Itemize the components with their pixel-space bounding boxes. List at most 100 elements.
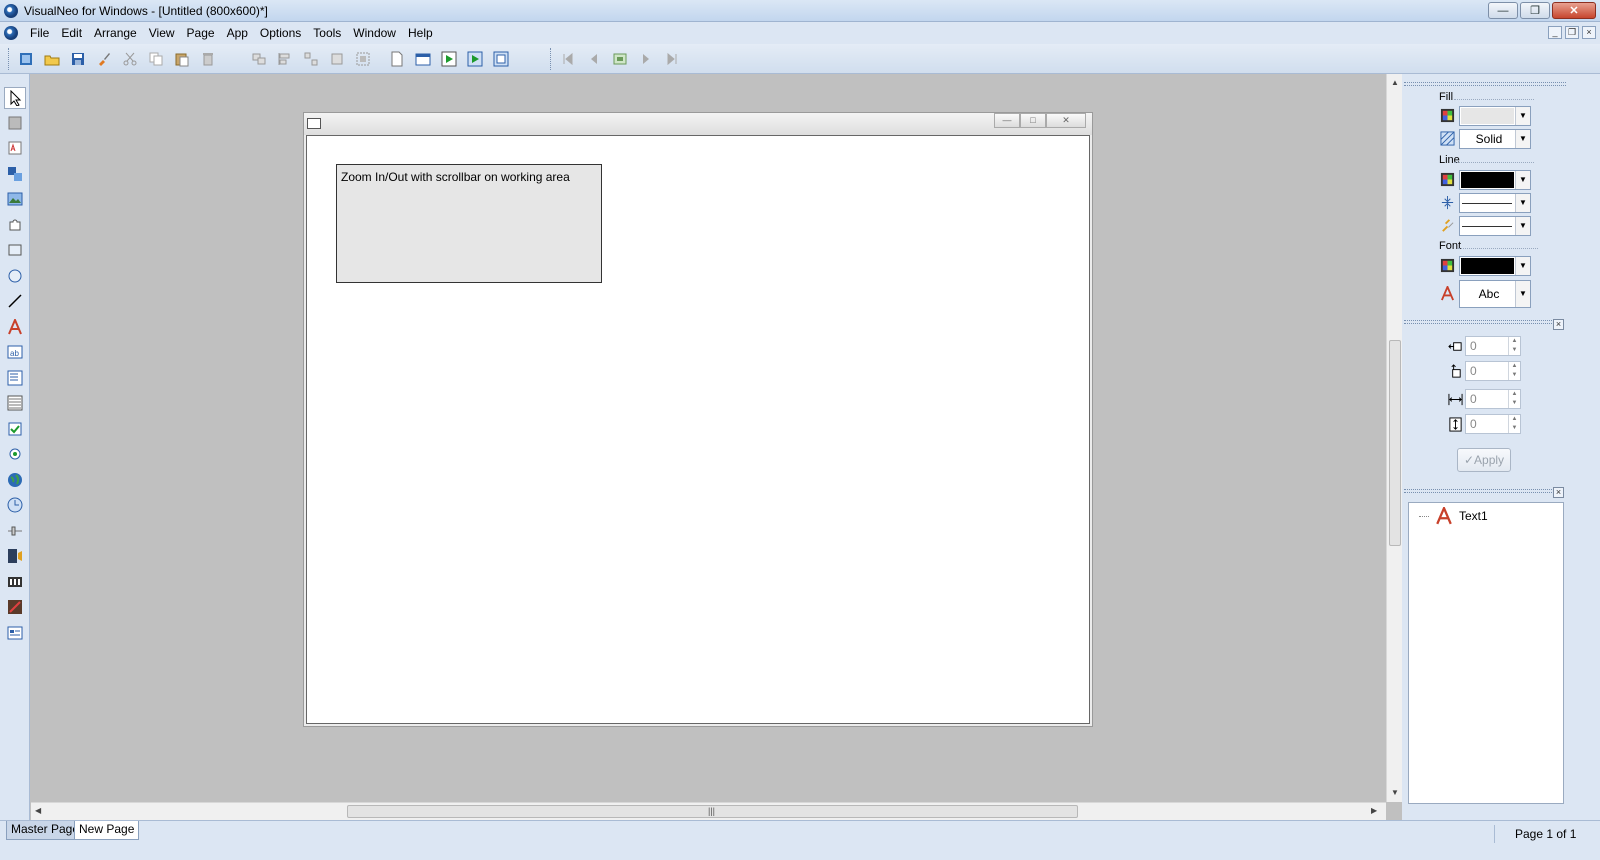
apply-button[interactable]: ✓Apply [1457, 448, 1511, 472]
menu-app[interactable]: App [221, 22, 254, 44]
horizontal-scrollbar[interactable]: ◀ ||| ▶ [31, 802, 1386, 820]
chevron-down-icon[interactable]: ▼ [1515, 130, 1530, 148]
close-button[interactable]: ✕ [1552, 2, 1596, 19]
first-page-icon[interactable] [557, 48, 579, 70]
menu-edit[interactable]: Edit [55, 22, 88, 44]
page-properties-icon[interactable] [412, 48, 434, 70]
copy-icon[interactable] [145, 48, 167, 70]
line-width-combo[interactable]: ▼ [1459, 193, 1531, 213]
list-box-icon[interactable] [4, 392, 26, 414]
new-page-icon[interactable] [386, 48, 408, 70]
cut-icon[interactable] [119, 48, 141, 70]
spin-down-icon[interactable]: ▼ [1508, 346, 1520, 355]
page-maximize-button[interactable]: □ [1020, 113, 1046, 128]
page-window-titlebar[interactable]: — □ ✕ [304, 113, 1092, 135]
edit-box-icon[interactable]: ab [4, 341, 26, 363]
film-icon[interactable] [4, 571, 26, 593]
close-icon[interactable]: × [1553, 319, 1564, 330]
new-project-icon[interactable] [15, 48, 37, 70]
text-icon[interactable] [4, 316, 26, 338]
panel-grip[interactable] [1404, 489, 1554, 493]
document-minimize-button[interactable]: _ [1548, 26, 1562, 39]
image-icon[interactable] [4, 188, 26, 210]
tab-master-page[interactable]: Master Page [6, 821, 85, 840]
vertical-scroll-thumb[interactable] [1389, 340, 1401, 546]
size-icon[interactable] [326, 48, 348, 70]
scroll-right-icon[interactable]: ▶ [1371, 806, 1377, 815]
spin-up-icon[interactable]: ▲ [1508, 415, 1520, 424]
left-spinner[interactable]: 0 ▲ ▼ [1465, 336, 1521, 356]
page-canvas[interactable]: Zoom In/Out with scrollbar on working ar… [306, 135, 1090, 724]
scroll-left-icon[interactable]: ◀ [35, 806, 41, 815]
checkbox-icon[interactable] [4, 418, 26, 440]
menu-view[interactable]: View [143, 22, 181, 44]
brush-icon[interactable] [93, 48, 115, 70]
spin-up-icon[interactable]: ▲ [1508, 362, 1520, 371]
toolbar-grip[interactable] [550, 48, 553, 70]
timer-icon[interactable] [4, 494, 26, 516]
vertical-scrollbar[interactable]: ▲ ▼ [1386, 74, 1402, 802]
save-icon[interactable] [67, 48, 89, 70]
spin-up-icon[interactable]: ▲ [1508, 337, 1520, 346]
restore-button[interactable]: ❐ [1520, 2, 1550, 19]
height-spinner[interactable]: 0 ▲ ▼ [1465, 414, 1521, 434]
radio-button-icon[interactable] [4, 443, 26, 465]
chevron-down-icon[interactable]: ▼ [1515, 217, 1530, 235]
toolbar-grip[interactable] [8, 48, 11, 70]
horizontal-scroll-thumb[interactable]: ||| [347, 805, 1078, 818]
spin-down-icon[interactable]: ▼ [1508, 399, 1520, 408]
scroll-down-icon[interactable]: ▼ [1391, 788, 1399, 797]
prev-page-icon[interactable] [583, 48, 605, 70]
text-object-text1[interactable]: Zoom In/Out with scrollbar on working ar… [336, 164, 602, 283]
compile-icon[interactable] [490, 48, 512, 70]
font-color-combo[interactable]: ▼ [1459, 256, 1531, 276]
chevron-down-icon[interactable]: ▼ [1515, 107, 1530, 125]
scroll-up-icon[interactable]: ▲ [1391, 78, 1399, 87]
container-icon[interactable] [4, 112, 26, 134]
object-list[interactable]: Text1 [1408, 502, 1564, 804]
spin-down-icon[interactable]: ▼ [1508, 371, 1520, 380]
line-color-combo[interactable]: ▼ [1459, 170, 1531, 190]
form-icon[interactable] [4, 622, 26, 644]
width-spinner[interactable]: 0 ▲ ▼ [1465, 389, 1521, 409]
line-icon[interactable] [4, 290, 26, 312]
browser-icon[interactable] [4, 469, 26, 491]
list-item[interactable]: Text1 [1419, 507, 1488, 525]
page-close-button[interactable]: ✕ [1046, 113, 1086, 128]
group-icon[interactable] [248, 48, 270, 70]
memo-icon[interactable] [4, 367, 26, 389]
pointer-icon[interactable] [4, 87, 26, 109]
menu-tools[interactable]: Tools [307, 22, 347, 44]
spin-down-icon[interactable]: ▼ [1508, 424, 1520, 433]
text-object-icon[interactable] [4, 137, 26, 159]
rectangle-icon[interactable] [4, 239, 26, 261]
page-list-icon[interactable] [609, 48, 631, 70]
hotspot-icon[interactable] [4, 163, 26, 185]
run-full-icon[interactable] [464, 48, 486, 70]
tab-new-page[interactable]: New Page [74, 821, 140, 840]
chevron-down-icon[interactable]: ▼ [1515, 194, 1530, 212]
document-close-button[interactable]: × [1582, 26, 1596, 39]
paste-icon[interactable] [171, 48, 193, 70]
puzzle-icon[interactable] [4, 214, 26, 236]
line-style-combo[interactable]: ▼ [1459, 216, 1531, 236]
run-icon[interactable] [438, 48, 460, 70]
chevron-down-icon[interactable]: ▼ [1515, 171, 1530, 189]
chevron-down-icon[interactable]: ▼ [1515, 257, 1530, 275]
clip-icon[interactable] [4, 596, 26, 618]
page-minimize-button[interactable]: — [994, 113, 1020, 128]
document-restore-button[interactable]: ❐ [1565, 26, 1579, 39]
distribute-icon[interactable] [300, 48, 322, 70]
menu-arrange[interactable]: Arrange [88, 22, 143, 44]
fill-style-combo[interactable]: Solid ▼ [1459, 129, 1531, 149]
menu-window[interactable]: Window [347, 22, 402, 44]
minimize-button[interactable]: — [1488, 2, 1518, 19]
top-spinner[interactable]: 0 ▲ ▼ [1465, 361, 1521, 381]
slider-icon[interactable] [4, 520, 26, 542]
panel-grip[interactable] [1404, 82, 1566, 86]
menu-options[interactable]: Options [254, 22, 307, 44]
ellipse-icon[interactable] [4, 265, 26, 287]
close-icon[interactable]: × [1553, 487, 1564, 498]
next-page-icon[interactable] [635, 48, 657, 70]
spin-up-icon[interactable]: ▲ [1508, 390, 1520, 399]
